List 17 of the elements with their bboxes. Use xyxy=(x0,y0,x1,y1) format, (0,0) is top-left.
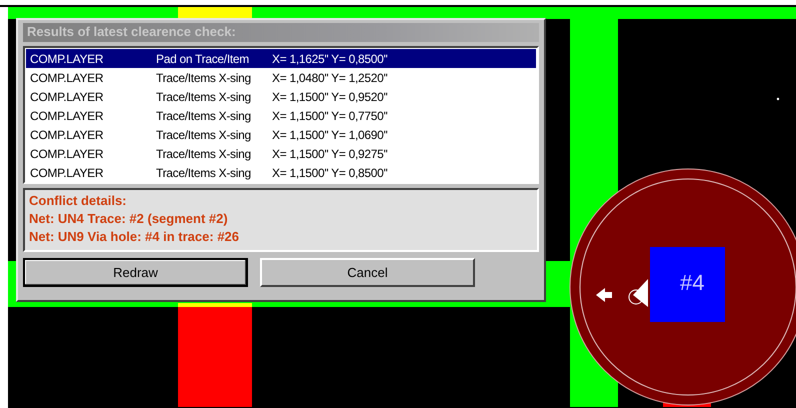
result-row[interactable]: COMP.LAYER Trace/Items X-sing X= 1,1500'' Y= 0,9520'' xyxy=(26,87,536,106)
dot-mark xyxy=(776,98,780,100)
dialog-title: Results of latest clearence check: xyxy=(23,23,539,42)
result-row[interactable]: COMP.LAYER Pad on Trace/Item X= 1,1625'' Y= 0,8500'' xyxy=(26,49,536,68)
arrow-icon xyxy=(596,288,612,302)
conflict-detail-text: Conflict details: xyxy=(29,192,128,210)
pad-label: #4 xyxy=(680,270,704,295)
result-row[interactable]: COMP.LAYER Trace/Items X-sing X= 1,1500'' Y= 0,9275'' xyxy=(26,144,536,163)
conflict-detail-text: Net: UN4 Trace: #2 (segment #2) xyxy=(29,210,229,228)
result-row[interactable]: COMP.LAYER Trace/Items X-sing X= 1,0480'' Y= 1,2520'' xyxy=(26,68,536,87)
dialog-button[interactable]: Cancel xyxy=(260,258,475,287)
result-row[interactable]: COMP.LAYER Trace/Items X-sing X= 1,1500'' Y= 0,7750'' xyxy=(26,106,536,125)
conflict-marker-icon xyxy=(628,279,648,307)
result-row[interactable]: COMP.LAYER Trace/Items X-sing X= 1,1500'' Y= 1,0690'' xyxy=(26,125,536,144)
dialog-button[interactable]: Redraw xyxy=(23,258,248,287)
conflict-detail-text: Net: UN9 Via hole: #4 in trace: #26 xyxy=(29,228,240,246)
result-row[interactable]: COMP.LAYER Trace/Items X-sing X= 1,1500'' Y= 0,8500'' xyxy=(26,163,536,182)
